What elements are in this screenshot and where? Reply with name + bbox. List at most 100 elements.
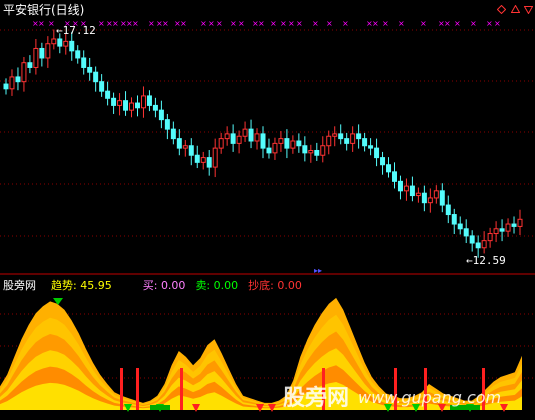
candlestick-chart[interactable]: × × × × × × × × × × × × × × × × × × × × × × × × × × × × × × × × × × × × × × × ×… [0,0,535,420]
candle-body [170,128,176,140]
sell-value: 0.00 [213,279,239,292]
candle-body [499,228,505,232]
signal-marker: × [230,19,237,28]
candle-body [93,71,99,83]
candle-body [266,147,272,154]
signal-marker: × [372,19,379,28]
stock-title: 平安银行(日线) [3,3,85,17]
candle-body [63,40,69,47]
signal-marker: × [238,19,245,28]
buy-bar [120,368,123,410]
candle-body [308,149,314,154]
signal-marker: × [200,19,207,28]
candle-body [326,135,332,147]
candle-body [152,104,158,111]
signal-marker: × [98,19,105,28]
watermark-cn: 股旁网 [283,386,350,411]
candle-body [302,145,308,154]
candle-body [260,133,266,149]
indicator-header: 股旁网 趋势: 45.95 买: 0.00 卖: 0.00 抄底: 0.00 [3,279,302,292]
candle-body [218,138,224,149]
candle-body [99,81,105,92]
candle-body [386,164,392,173]
candle-body [421,192,427,204]
candle-body [164,119,170,130]
candle-body [111,97,117,106]
candle-body [176,138,182,149]
candle-body [290,140,296,149]
candle-body [284,138,290,149]
candle-body [475,242,481,249]
candle-body [81,57,87,68]
candle-body [320,145,326,156]
signal-marker: × [470,19,477,28]
signal-marker: × [444,19,451,28]
buy-value: 0.00 [160,279,186,292]
candle-body [451,214,457,225]
signal-marker: × [180,19,187,28]
candle-body [242,128,248,137]
signal-marker: × [132,19,139,28]
candle-body [117,100,123,106]
signal-marker: × [280,19,287,28]
candle-body [380,157,386,166]
candle-body [21,62,27,83]
signal-marker: × [288,19,295,28]
candle-body [57,38,63,47]
candle-body [45,43,51,59]
candle-body [182,145,188,149]
candle-body [511,223,517,227]
candle-body [409,185,415,197]
diamond-icon[interactable] [497,5,506,14]
candle-body [75,50,81,59]
buy-label: 买: [142,279,158,292]
candle-body [356,133,362,140]
left-arrow-icon: ← [466,254,473,267]
candle-body [206,157,212,168]
candle-body [9,76,15,90]
candle-body [248,128,254,142]
candle-body [140,95,146,109]
candle-body [236,135,242,144]
buy-bar [136,368,139,410]
candle-body [469,235,475,244]
candle-body [445,204,451,216]
bottom-label: 抄底: [248,279,274,292]
signal-marker: × [258,19,265,28]
signal-marker: × [162,19,169,28]
signal-marker: × [454,19,461,28]
candle-body [439,190,445,206]
candle-body [362,138,368,147]
candle-body [200,157,206,163]
up-arrow-icon[interactable] [511,5,520,14]
candle-body [391,171,397,182]
candle-body [344,138,350,144]
candle-body [493,228,499,235]
candle-body [314,149,320,156]
candle-body [69,40,75,52]
candle-body [457,223,463,230]
candle-body [487,233,493,242]
candle-body [433,190,439,199]
candle-body [427,197,433,204]
candle-body [33,47,39,68]
signal-marker: × [270,19,277,28]
down-arrow-icon[interactable] [524,5,533,14]
signal-marker: × [342,19,349,28]
watermark-url: www.gupang.com [358,388,502,407]
candle-body [415,192,421,197]
signal-marker: × [208,19,215,28]
signal-marker: × [420,19,427,28]
candle-body [397,180,403,192]
signal-marker: × [382,19,389,28]
candle-body [481,240,487,249]
signal-marker: × [148,19,155,28]
signal-band [150,405,170,410]
candle-body [27,62,33,68]
candle-body [3,83,9,90]
candle-body [15,76,21,83]
signal-marker: × [112,19,119,28]
candle-body [134,102,140,109]
candle-body [296,140,302,147]
candle-body [463,228,469,237]
